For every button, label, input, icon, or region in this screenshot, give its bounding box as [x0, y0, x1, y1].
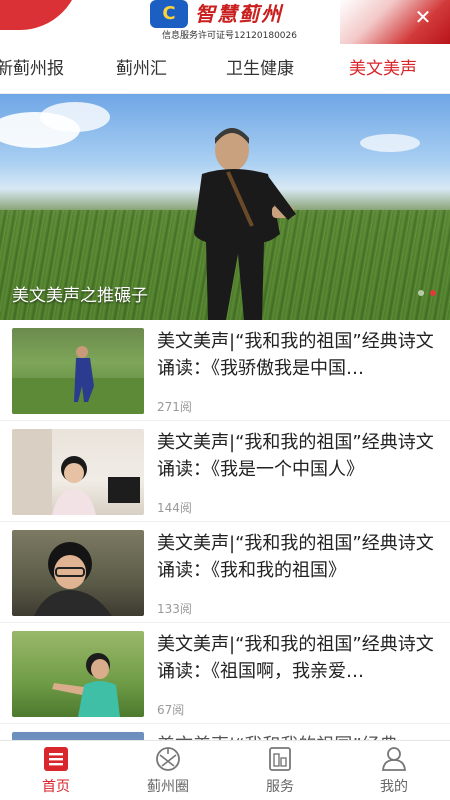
- app-brand: 智慧蓟州: [195, 2, 283, 26]
- list-item[interactable]: 美文美声|“我和我的祖国”经典诗文诵读：《我骄傲我是中国… 271阅: [0, 320, 450, 421]
- read-count: 144阅: [157, 501, 192, 515]
- app-screen: C 智慧蓟州 信息服务许可证号12120180026 ✕ 新蓟州报 蓟州汇 卫生…: [0, 0, 450, 800]
- license-text: 信息服务许可证号12120180026: [162, 31, 297, 41]
- nav-label: 蓟州圈: [147, 779, 189, 795]
- read-count: 67阅: [157, 703, 185, 717]
- tab-jizhouhui[interactable]: 蓟州汇: [116, 44, 167, 94]
- nav-service[interactable]: 服务: [224, 741, 336, 800]
- tab-meiwenmeisheng[interactable]: 美文美声: [349, 44, 417, 94]
- bottom-navigation: 首页 蓟州圈 服务 我的: [0, 740, 450, 800]
- hero-caption: 美文美声之推碾子: [12, 286, 148, 306]
- carousel-dot: [418, 290, 424, 296]
- circle-icon: [156, 747, 180, 771]
- read-count: 271阅: [157, 400, 192, 414]
- cloud-decoration: [360, 134, 420, 152]
- profile-icon: [382, 747, 406, 771]
- article-list: 美文美声|“我和我的祖国”经典诗文诵读：《我骄傲我是中国… 271阅 美文美声|…: [0, 320, 450, 764]
- header-decoration-left: [0, 0, 80, 30]
- article-thumbnail: [12, 429, 144, 515]
- article-title: 美文美声|“我和我的祖国”经典诗文诵读：《我骄傲我是中国…: [157, 331, 434, 379]
- nav-label: 服务: [266, 779, 294, 795]
- article-thumbnail: [12, 631, 144, 717]
- list-item[interactable]: 美文美声|“我和我的祖国”经典诗文诵读：《我和我的祖国》 133阅: [0, 522, 450, 623]
- read-count: 133阅: [157, 602, 192, 616]
- list-item[interactable]: 美文美声|“我和我的祖国”经典诗文诵读：《我是一个中国人》 144阅: [0, 421, 450, 522]
- carousel-dot-active: [430, 290, 436, 296]
- list-item[interactable]: 美文美声|“我和我的祖国”经典诗文诵读：《祖国啊，我亲爱… 67阅: [0, 623, 450, 724]
- close-icon: ✕: [414, 5, 432, 29]
- carousel-indicator: [418, 290, 436, 296]
- category-tabs: 新蓟州报 蓟州汇 卫生健康 美文美声: [0, 44, 450, 94]
- header-banner: C 智慧蓟州 信息服务许可证号12120180026 ✕: [0, 0, 450, 44]
- nav-profile[interactable]: 我的: [338, 741, 450, 800]
- app-logo-icon: C: [150, 0, 188, 28]
- article-title: 美文美声|“我和我的祖国”经典诗文诵读：《我和我的祖国》: [157, 533, 434, 581]
- article-title: 美文美声|“我和我的祖国”经典诗文诵读：《祖国啊，我亲爱…: [157, 634, 434, 682]
- tab-weishengjiankang[interactable]: 卫生健康: [226, 44, 294, 94]
- service-icon: [269, 747, 291, 771]
- article-title: 美文美声|“我和我的祖国”经典诗文诵读：《我是一个中国人》: [157, 432, 434, 480]
- nav-label: 我的: [380, 779, 408, 795]
- cloud-decoration: [40, 102, 110, 132]
- nav-label: 首页: [42, 779, 70, 795]
- close-button[interactable]: ✕: [410, 4, 436, 30]
- article-thumbnail: [12, 328, 144, 414]
- nav-home[interactable]: 首页: [0, 741, 112, 800]
- article-thumbnail: [12, 530, 144, 616]
- home-icon: [44, 747, 68, 771]
- nav-jizhouquan[interactable]: 蓟州圈: [112, 741, 224, 800]
- tab-xinjizhoubao[interactable]: 新蓟州报: [0, 44, 64, 94]
- hero-carousel[interactable]: 美文美声之推碾子: [0, 94, 450, 320]
- hero-person-image: [194, 128, 296, 320]
